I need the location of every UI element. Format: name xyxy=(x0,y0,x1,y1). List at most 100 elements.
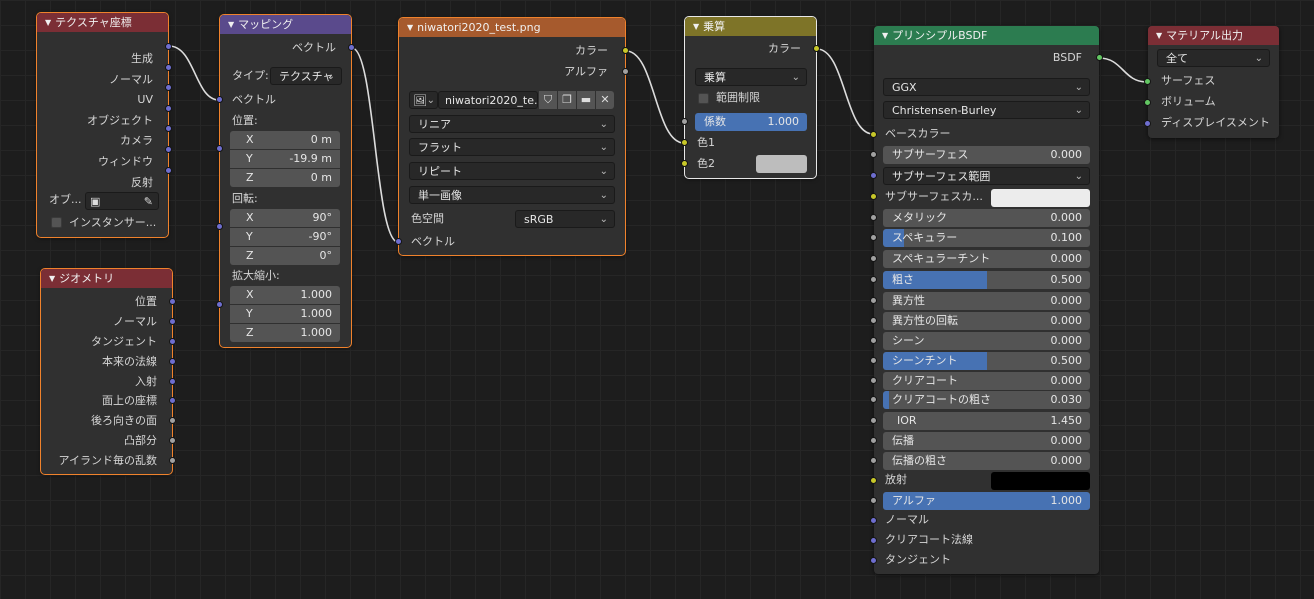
collapse-icon[interactable]: ▼ xyxy=(228,20,234,29)
socket-transmission-roughness[interactable] xyxy=(870,457,877,464)
socket-tangent[interactable] xyxy=(169,338,176,345)
clamp-checkbox[interactable] xyxy=(698,93,709,104)
socket-metallic[interactable] xyxy=(870,214,877,221)
emission-color-swatch[interactable] xyxy=(991,472,1090,490)
socket-incoming[interactable] xyxy=(169,378,176,385)
anisotropic-rotation-field[interactable]: 異方性の回転 0.000 xyxy=(883,312,1090,330)
socket-backfacing[interactable] xyxy=(169,417,176,424)
anisotropic-field[interactable]: 異方性 0.000 xyxy=(883,292,1090,310)
ior-field[interactable]: IOR 1.450 xyxy=(883,412,1090,430)
type-dropdown[interactable]: テクスチャ ⌄ xyxy=(270,67,342,85)
interpolation-dropdown[interactable]: リニア ⌄ xyxy=(409,115,615,133)
socket-tangent[interactable] xyxy=(870,557,877,564)
node-header[interactable]: ▼ マテリアル出力 xyxy=(1148,26,1279,45)
socket-window[interactable] xyxy=(165,146,172,153)
socket-subsurface[interactable] xyxy=(870,151,877,158)
subsurface-method-dropdown[interactable]: Christensen-Burley ⌄ xyxy=(883,101,1090,119)
material-output-node[interactable]: ▼ マテリアル出力 全て ⌄ サーフェス ボリューム ディスプレイスメント xyxy=(1144,26,1279,138)
socket-vector-in[interactable] xyxy=(216,96,223,103)
socket-location[interactable] xyxy=(216,145,223,152)
socket-normal[interactable] xyxy=(870,517,877,524)
geometry-node[interactable]: ▼ ジオメトリ 位置 ノーマル タンジェント 本来の法線 入射 面上の座標 後ろ向… xyxy=(40,268,176,475)
principled-bsdf-node[interactable]: ▼ プリンシプルBSDF BSDF GGX ⌄ Christensen-Burley… xyxy=(870,26,1103,574)
scale-y-field[interactable]: Y 1.000 xyxy=(230,305,340,323)
socket-color2[interactable] xyxy=(681,160,688,167)
image-texture-node[interactable]: ▼ niwatori2020_test.png カラー アルファ 🖼 ⌄ niwat… xyxy=(395,17,629,256)
socket-anisotropic-rotation[interactable] xyxy=(870,317,877,324)
socket-color-out[interactable] xyxy=(622,47,629,54)
colorspace-dropdown[interactable]: sRGB ⌄ xyxy=(515,210,615,228)
socket-subsurface-radius[interactable] xyxy=(870,172,877,179)
node-header[interactable]: ▼ プリンシプルBSDF xyxy=(874,26,1099,45)
socket-uv[interactable] xyxy=(165,84,172,91)
sheen-field[interactable]: シーン 0.000 xyxy=(883,332,1090,350)
target-dropdown[interactable]: 全て ⌄ xyxy=(1157,49,1270,67)
socket-position[interactable] xyxy=(169,298,176,305)
socket-normal[interactable] xyxy=(165,64,172,71)
blend-type-dropdown[interactable]: 乗算 ⌄ xyxy=(695,68,807,86)
distribution-dropdown[interactable]: GGX ⌄ xyxy=(883,78,1090,96)
fac-field[interactable]: 係数 1.000 xyxy=(695,113,807,131)
extension-dropdown[interactable]: リピート ⌄ xyxy=(409,162,615,180)
socket-roughness[interactable] xyxy=(870,276,877,283)
location-z-field[interactable]: Z 0 m xyxy=(230,169,340,187)
clearcoat-field[interactable]: クリアコート 0.000 xyxy=(883,372,1090,390)
collapse-icon[interactable]: ▼ xyxy=(407,23,413,32)
socket-anisotropic[interactable] xyxy=(870,297,877,304)
rotation-y-field[interactable]: Y -90° xyxy=(230,228,340,246)
image-name-field[interactable]: niwatori2020_te... xyxy=(438,91,538,109)
clearcoat-roughness-field[interactable]: クリアコートの粗さ 0.030 xyxy=(883,391,1090,409)
socket-surface[interactable] xyxy=(1144,78,1151,85)
socket-color1[interactable] xyxy=(681,139,688,146)
collapse-icon[interactable]: ▼ xyxy=(693,22,699,31)
projection-dropdown[interactable]: フラット ⌄ xyxy=(409,138,615,156)
socket-specular[interactable] xyxy=(870,234,877,241)
socket-subsurface-color[interactable] xyxy=(870,193,877,200)
eyedropper-icon[interactable]: ✎ xyxy=(144,193,153,209)
alpha-field[interactable]: アルファ 1.000 xyxy=(883,492,1090,510)
node-header[interactable]: ▼ ジオメトリ xyxy=(41,269,172,288)
collapse-icon[interactable]: ▼ xyxy=(1156,31,1162,40)
socket-transmission[interactable] xyxy=(870,437,877,444)
socket-pointiness[interactable] xyxy=(169,437,176,444)
socket-true-normal[interactable] xyxy=(169,358,176,365)
socket-volume[interactable] xyxy=(1144,99,1151,106)
socket-vector-out[interactable] xyxy=(348,44,355,51)
transmission-field[interactable]: 伝播 0.000 xyxy=(883,432,1090,450)
mapping-node[interactable]: ▼ マッピング ベクトル タイプ: テクスチャ ⌄ ベクトル 位置: X 0 m Y -… xyxy=(216,14,355,348)
node-header[interactable]: ▼ niwatori2020_test.png xyxy=(399,18,625,37)
socket-sheen-tint[interactable] xyxy=(870,357,877,364)
close-icon[interactable]: ✕ xyxy=(596,91,614,109)
socket-alpha[interactable] xyxy=(870,497,877,504)
texture-coordinate-node[interactable]: ▼ テクスチャ座標 生成 ノーマル UV オブジェクト カメラ ウィンドウ 反射 … xyxy=(36,12,172,238)
image-browse-button[interactable]: 🖼 ⌄ xyxy=(409,91,438,109)
subsurface-color-swatch[interactable] xyxy=(991,189,1090,207)
collapse-icon[interactable]: ▼ xyxy=(49,274,55,283)
socket-vector-in[interactable] xyxy=(395,238,402,245)
rotation-x-field[interactable]: X 90° xyxy=(230,209,340,227)
socket-bsdf-out[interactable] xyxy=(1096,54,1103,61)
socket-alpha-out[interactable] xyxy=(622,68,629,75)
socket-normal[interactable] xyxy=(169,318,176,325)
node-header[interactable]: ▼ マッピング xyxy=(220,15,351,34)
metallic-field[interactable]: メタリック 0.000 xyxy=(883,209,1090,227)
roughness-field[interactable]: 粗さ 0.500 xyxy=(883,271,1090,289)
location-y-field[interactable]: Y -19.9 m xyxy=(230,150,340,168)
socket-reflection[interactable] xyxy=(165,167,172,174)
socket-color-out[interactable] xyxy=(813,45,820,52)
socket-specular-tint[interactable] xyxy=(870,255,877,262)
specular-tint-field[interactable]: スペキュラーチント 0.000 xyxy=(883,250,1090,268)
transmission-roughness-field[interactable]: 伝播の粗さ 0.000 xyxy=(883,452,1090,470)
subsurface-radius-dropdown[interactable]: サブサーフェス範囲 ⌄ xyxy=(883,167,1090,185)
instancer-checkbox[interactable] xyxy=(51,217,62,228)
duplicate-icon[interactable]: ❐ xyxy=(558,91,576,109)
specular-field[interactable]: スペキュラー 0.100 xyxy=(883,229,1090,247)
socket-fac[interactable] xyxy=(681,118,688,125)
socket-emission[interactable] xyxy=(870,477,877,484)
socket-camera[interactable] xyxy=(165,125,172,132)
socket-parametric[interactable] xyxy=(169,397,176,404)
socket-sheen[interactable] xyxy=(870,337,877,344)
node-header[interactable]: ▼ 乗算 xyxy=(685,17,816,36)
collapse-icon[interactable]: ▼ xyxy=(882,31,888,40)
socket-clearcoat[interactable] xyxy=(870,377,877,384)
